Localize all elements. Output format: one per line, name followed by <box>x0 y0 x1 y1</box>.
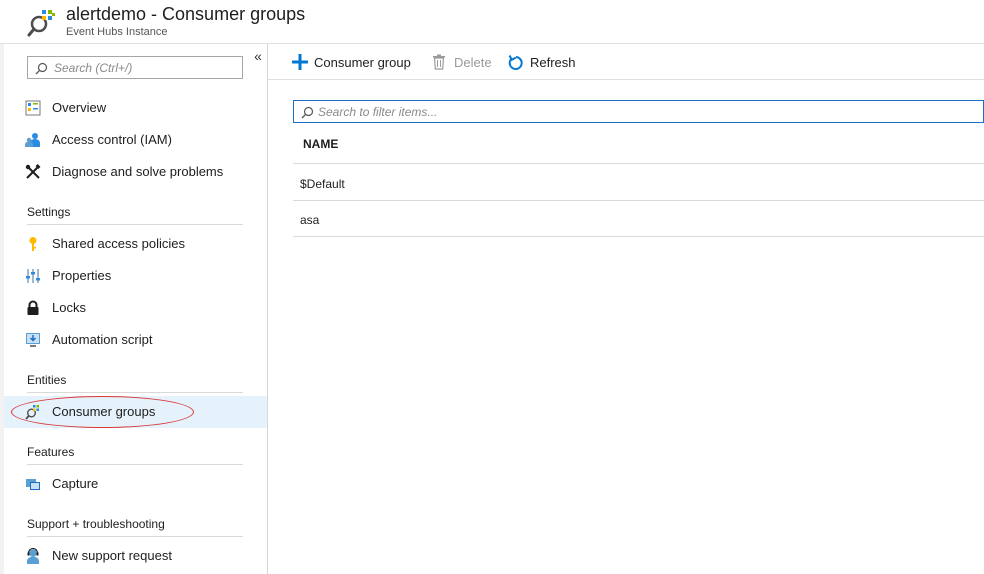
overview-icon <box>25 100 41 116</box>
key-icon <box>29 237 37 251</box>
azure-portal-blade: alertdemo - Consumer groups Event Hubs I… <box>0 0 984 574</box>
delete-label: Delete <box>454 55 492 70</box>
section-heading-entities: Entities <box>27 373 243 393</box>
plus-icon <box>292 54 308 70</box>
filter-box <box>293 100 984 123</box>
search-icon <box>301 106 314 119</box>
command-bar: Consumer group Delete Refresh <box>268 44 984 80</box>
menu-item-label: Capture <box>52 476 99 491</box>
menu-item-locks[interactable]: Locks <box>4 292 267 324</box>
filter-input[interactable] <box>318 103 918 120</box>
menu-item-diagnose[interactable]: Diagnose and solve problems <box>4 156 267 188</box>
menu-item-label: Overview <box>52 100 107 115</box>
properties-icon <box>26 269 40 283</box>
menu-item-capture[interactable]: Capture <box>4 468 267 500</box>
menu-item-properties[interactable]: Properties <box>4 260 267 292</box>
menu-item-new-support-request[interactable]: New support request <box>4 540 267 572</box>
menu-item-label: Automation script <box>52 332 153 347</box>
blade-header: alertdemo - Consumer groups Event Hubs I… <box>0 0 984 44</box>
row-name-cell: asa <box>300 213 320 227</box>
refresh-label: Refresh <box>530 55 576 70</box>
collapse-menu-button[interactable]: « <box>250 48 266 64</box>
section-heading-features: Features <box>27 445 243 465</box>
iam-icon <box>25 133 40 147</box>
refresh-icon <box>508 55 523 70</box>
column-header-name[interactable]: NAME <box>303 137 338 151</box>
section-heading-support: Support + troubleshooting <box>27 517 243 537</box>
menu-item-overview[interactable]: Overview <box>4 92 267 124</box>
delete-button[interactable]: Delete <box>432 53 494 73</box>
refresh-button[interactable]: Refresh <box>508 53 580 73</box>
menu-item-shared-access-policies[interactable]: Shared access policies <box>4 228 267 260</box>
consumer-groups-icon <box>25 405 39 420</box>
menu-item-label: Properties <box>52 268 112 283</box>
menu-item-label: Consumer groups <box>52 404 156 419</box>
resource-menu: « Overview <box>0 44 268 574</box>
row-name-cell: $Default <box>300 177 345 191</box>
page-subtitle: Event Hubs Instance <box>66 26 168 38</box>
menu-item-label: Diagnose and solve problems <box>52 164 224 179</box>
automation-icon <box>26 333 40 347</box>
menu-item-consumer-groups[interactable]: Consumer groups <box>4 396 267 428</box>
main-content: Consumer group Delete Refresh Search to … <box>268 44 984 574</box>
menu-item-label: Shared access policies <box>52 236 185 251</box>
table-row[interactable]: $Default <box>293 165 984 201</box>
add-consumer-group-button[interactable]: Consumer group <box>292 53 412 73</box>
capture-icon <box>26 479 40 490</box>
page-title: alertdemo - Consumer groups <box>66 4 306 24</box>
menu-search-box <box>27 56 243 79</box>
table-header: NAME <box>293 124 984 164</box>
menu-item-automation-script[interactable]: Automation script <box>4 324 267 356</box>
wrench-icon <box>25 164 41 179</box>
menu-item-label: Locks <box>52 300 86 315</box>
add-consumer-group-label: Consumer group <box>314 55 411 70</box>
menu-search-input[interactable] <box>54 59 240 76</box>
menu-item-label: New support request <box>52 548 172 563</box>
trash-icon <box>433 54 445 70</box>
consumer-groups-icon <box>27 10 55 37</box>
support-icon <box>27 548 39 564</box>
search-icon <box>35 62 48 75</box>
table-row[interactable]: asa <box>293 201 984 237</box>
lock-icon <box>27 300 39 315</box>
menu-item-label: Access control (IAM) <box>52 132 172 147</box>
menu-item-access-control[interactable]: Access control (IAM) <box>4 124 267 156</box>
section-heading-settings: Settings <box>27 205 243 225</box>
